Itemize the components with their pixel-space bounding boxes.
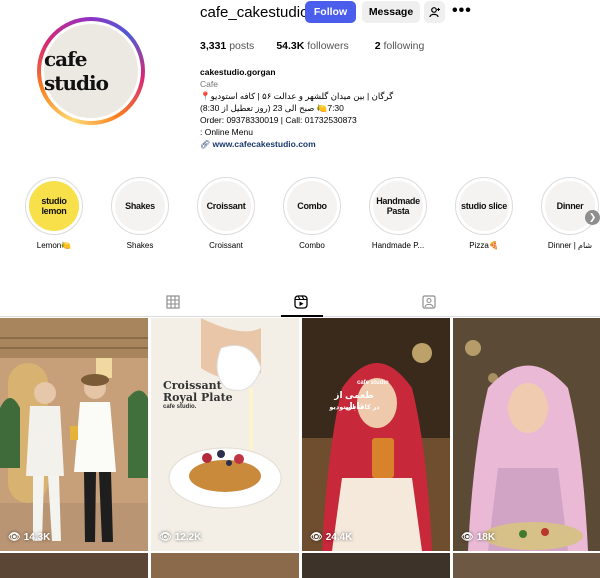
highlight-item[interactable]: Shakes Shakes: [109, 177, 171, 250]
highlight-cover: Shakes: [111, 177, 169, 235]
reel-post[interactable]: Croissant Royal Plate cafe studio. 👁︎ 12…: [151, 318, 299, 551]
bio-line-address: گرگان | بین میدان گلشهر و عدالت ۵۶ | کاف…: [200, 91, 394, 101]
suggest-user-button[interactable]: [424, 1, 445, 23]
eye-icon: 👁︎: [159, 532, 172, 543]
reel-thumbnail: [151, 318, 299, 551]
view-count: 👁︎ 14.3K: [8, 532, 50, 543]
overlay-brand: cafe studio: [357, 380, 389, 386]
followers-count: 54.3K: [276, 40, 305, 52]
view-count-text: 14.3K: [23, 532, 51, 543]
view-count: 👁︎ 24.4K: [310, 532, 352, 543]
tab-posts[interactable]: [166, 295, 182, 311]
posts-stat: 3,331 posts: [200, 40, 254, 52]
reel-post[interactable]: cafe studio طعمی از تابل در کافه استودیو…: [302, 318, 450, 551]
highlight-item[interactable]: Combo Combo: [281, 177, 343, 250]
highlight-cover: studio slice: [455, 177, 513, 235]
view-count-text: 12.2K: [174, 532, 202, 543]
highlight-label: Handmade P...: [371, 241, 425, 250]
reels-icon: [294, 295, 308, 309]
highlight-label: Lemon🍋: [36, 241, 72, 250]
bio-category: Cafe: [200, 79, 218, 89]
tagged-icon: [422, 295, 436, 309]
bio-link-row[interactable]: 🔗︎ www.cafecakestudio.com: [200, 138, 430, 151]
message-button[interactable]: Message: [362, 1, 420, 23]
highlight-label: Croissant: [209, 241, 243, 250]
bio-line-hours: 7:30🍋 صبح الی 23 (روز تعطیل از 8:30): [200, 103, 344, 113]
overlay-title: Croissant Royal Plate: [163, 379, 233, 404]
bio-link[interactable]: www.cafecakestudio.com: [213, 139, 316, 149]
reel-post[interactable]: 👁︎ 18K: [453, 318, 600, 551]
link-icon: 🔗︎: [200, 140, 211, 149]
grid-icon: [166, 295, 180, 309]
eye-icon: 👁︎: [8, 532, 21, 543]
posts-count: 3,331: [200, 40, 227, 52]
chevron-right-icon[interactable]: ❯: [585, 210, 600, 225]
following-label: following: [383, 40, 425, 52]
highlight-cover: Croissant: [197, 177, 255, 235]
posts-label: posts: [229, 40, 255, 52]
highlight-item[interactable]: Handmade Pasta Handmade P...: [367, 177, 429, 250]
follow-button[interactable]: Follow: [305, 1, 356, 23]
highlight-cover-text: Handmade Pasta: [373, 181, 423, 231]
tab-tagged[interactable]: [422, 295, 438, 311]
reel-post[interactable]: [453, 553, 600, 578]
highlight-cover-text: studio lemon: [29, 181, 79, 231]
highlight-label: Combo: [299, 241, 325, 250]
reel-post[interactable]: [0, 553, 148, 578]
bio-name: cakestudio.gorgan: [200, 67, 276, 77]
highlight-cover-text: Shakes: [115, 181, 165, 231]
view-count-text: 18K: [476, 532, 496, 543]
profile-bio: cakestudio.gorgan Cafe گرگان | بین میدان…: [200, 66, 430, 151]
highlight-item[interactable]: studio slice Pizza🍕: [453, 177, 515, 250]
highlight-cover: studio lemon: [25, 177, 83, 235]
highlight-label: Pizza🍕: [469, 241, 499, 250]
highlight-item[interactable]: studio lemon Lemon🍋: [23, 177, 85, 250]
active-tab-indicator: [281, 315, 323, 317]
highlight-label: Shakes: [126, 241, 154, 250]
highlight-item[interactable]: Croissant Croissant: [195, 177, 257, 250]
highlight-cover: Combo: [283, 177, 341, 235]
reel-thumbnail: [453, 318, 600, 551]
highlight-cover: Dinner: [541, 177, 599, 235]
followers-stat[interactable]: 54.3K followers: [276, 40, 348, 52]
followers-label: followers: [307, 40, 349, 52]
reel-thumbnail: [0, 318, 148, 551]
overlay-brand: cafe studio.: [163, 404, 197, 410]
view-count: 👁︎ 18K: [461, 532, 495, 543]
more-options-icon[interactable]: •••: [452, 2, 472, 20]
following-count: 2: [374, 40, 381, 52]
reel-post[interactable]: 👁︎ 14.3K: [0, 318, 148, 551]
view-count: 👁︎ 12.2K: [159, 532, 201, 543]
avatar[interactable]: cafe studio: [41, 21, 141, 121]
reel-thumbnail: [302, 318, 450, 551]
avatar-logo: cafe studio: [44, 47, 109, 95]
highlight-cover-text: Combo: [287, 181, 337, 231]
tab-reels[interactable]: [294, 295, 310, 311]
highlight-cover: Handmade Pasta: [369, 177, 427, 235]
reel-post[interactable]: [302, 553, 450, 578]
bio-line-menu: : Online Menu: [200, 127, 253, 137]
profile-stats: 3,331 posts 54.3K followers 2 following: [200, 40, 424, 52]
bio-line-phone: Order: 09378330019 | Call: 01732530873: [200, 115, 357, 125]
following-stat[interactable]: 2 following: [375, 40, 425, 52]
eye-icon: 👁︎: [461, 532, 474, 543]
view-count-text: 24.4K: [325, 532, 353, 543]
overlay-subtitle: در کافه استودیو: [329, 404, 380, 411]
eye-icon: 👁︎: [310, 532, 323, 543]
highlight-label: Dinner | شام: [547, 241, 593, 250]
profile-avatar-ring[interactable]: cafe studio: [37, 17, 145, 125]
reel-post[interactable]: [151, 553, 299, 578]
add-person-icon: [428, 7, 440, 18]
highlight-cover-text: Croissant: [201, 181, 251, 231]
profile-username: cafe_cakestudio: [200, 4, 309, 21]
highlight-cover-text: studio slice: [459, 181, 509, 231]
